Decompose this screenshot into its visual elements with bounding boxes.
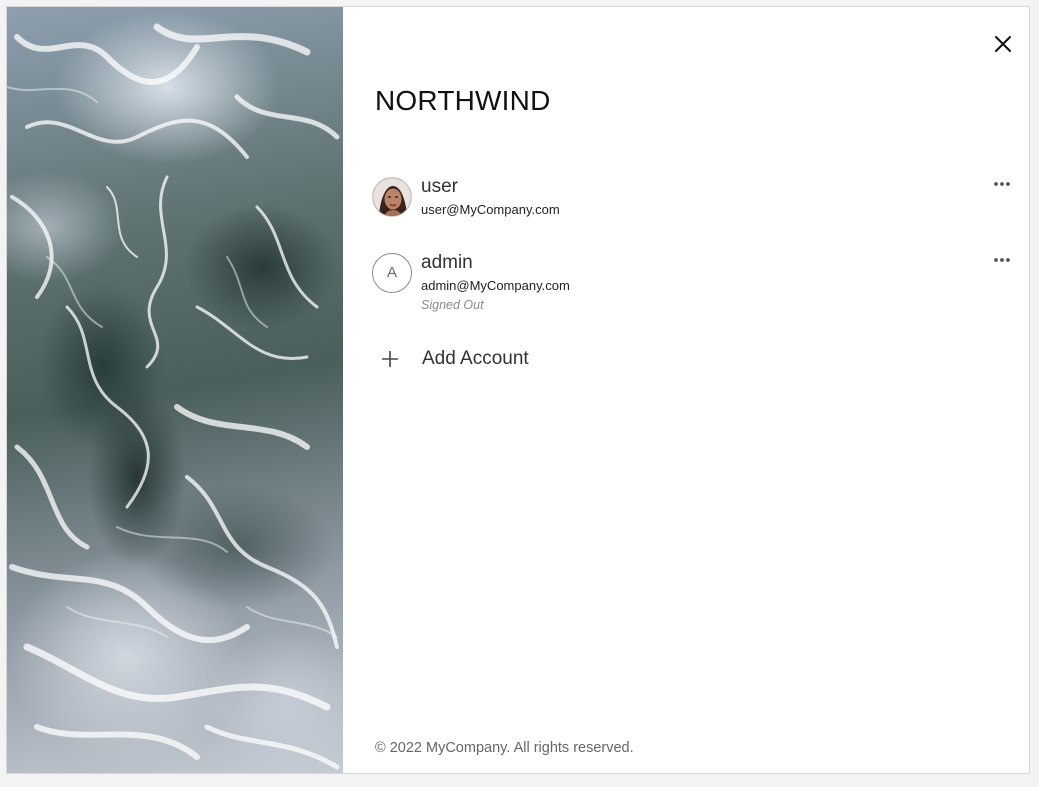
account-panel: NORTHWIND user user@MyCompany.com A admi…: [343, 7, 1029, 773]
account-picker-window: NORTHWIND user user@MyCompany.com A admi…: [6, 6, 1030, 774]
copyright-footer: © 2022 MyCompany. All rights reserved.: [375, 740, 634, 756]
user-photo-icon: [373, 178, 411, 216]
account-email: user@MyCompany.com: [421, 202, 560, 217]
more-icon: [994, 182, 1010, 186]
account-name: admin: [421, 252, 473, 273]
water-texture: [7, 23, 340, 770]
avatar: [372, 177, 412, 217]
close-icon: [995, 36, 1011, 52]
add-account-label: Add Account: [422, 348, 529, 369]
account-status: Signed Out: [421, 298, 484, 312]
account-more-button[interactable]: [989, 253, 1015, 267]
brand-title: NORTHWIND: [375, 85, 551, 116]
plus-icon: [382, 351, 398, 367]
avatar-initial: A: [372, 253, 412, 293]
account-email: admin@MyCompany.com: [421, 278, 570, 293]
account-item-user[interactable]: user user@MyCompany.com: [372, 175, 1016, 237]
account-name: user: [421, 176, 458, 197]
account-item-admin[interactable]: A admin admin@MyCompany.com Signed Out: [372, 251, 1016, 313]
close-button[interactable]: [991, 32, 1015, 56]
more-icon: [994, 258, 1010, 262]
account-more-button[interactable]: [989, 177, 1015, 191]
add-account-button[interactable]: Add Account: [381, 345, 641, 373]
ocean-background-image: [7, 7, 343, 773]
